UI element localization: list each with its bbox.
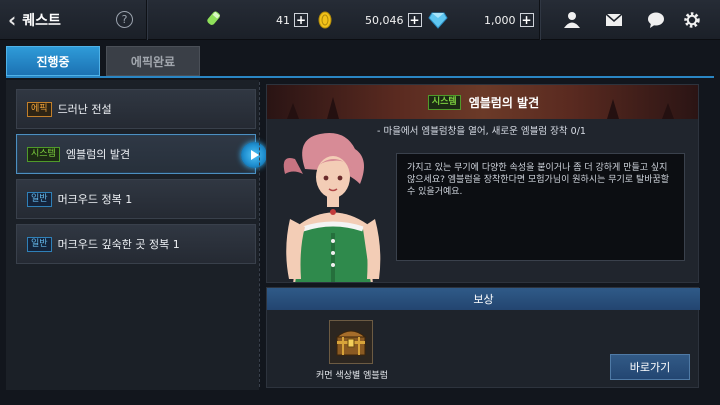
divider xyxy=(259,82,260,387)
tab-epic-complete[interactable]: 에픽완료 xyxy=(106,46,200,76)
quest-type-badge: 시스템 xyxy=(427,94,461,110)
treasure-chest-icon xyxy=(335,330,367,356)
quest-banner: 시스템 엠블럼의 발견 xyxy=(267,85,698,119)
tab-underline xyxy=(6,76,714,78)
quest-type-badge: 에픽 xyxy=(27,101,52,117)
add-stamina-button[interactable]: + xyxy=(294,13,308,27)
stamina-counter: 41 + xyxy=(276,10,308,30)
reward-header: 보상 xyxy=(267,288,700,310)
gold-value: 50,046 xyxy=(365,13,404,27)
reward-item-slot[interactable] xyxy=(329,320,373,364)
play-arrow-icon[interactable] xyxy=(241,142,267,168)
back-button[interactable]: ‹ 퀘스트 xyxy=(8,9,68,31)
tab-in-progress[interactable]: 진행중 xyxy=(6,46,100,76)
divider xyxy=(539,0,540,40)
gem-value: 1,000 xyxy=(484,13,516,27)
divider xyxy=(146,0,147,40)
quest-tabs: 진행중 에픽완료 xyxy=(6,46,200,76)
stamina-value: 41 xyxy=(276,13,290,27)
reward-panel: 보상 커먼 색상별 엠블럼 바로가기 xyxy=(266,287,700,388)
gem-counter: 1,000 + xyxy=(484,10,534,30)
quest-item[interactable]: 에픽 드러난 전설 xyxy=(16,89,256,129)
quest-title: 머크우드 정복 1 xyxy=(57,193,133,206)
settings-gear-icon[interactable] xyxy=(683,11,701,29)
quest-item[interactable]: 일반 머크우드 깊숙한 곳 정복 1 xyxy=(16,224,256,264)
reward-item-name: 커먼 색상별 엠블럼 xyxy=(316,371,388,381)
quest-item-selected[interactable]: 시스템 엠블럼의 발견 xyxy=(16,134,256,174)
gem-icon xyxy=(428,12,448,29)
quest-item[interactable]: 일반 머크우드 정복 1 xyxy=(16,179,256,219)
quest-type-badge: 시스템 xyxy=(27,146,60,162)
chat-icon[interactable] xyxy=(647,11,665,29)
quest-title: 엠블럼의 발견 xyxy=(65,148,131,161)
npc-dialog-box: 가지고 있는 무기에 다양한 속성을 붙이거나 좀 더 강하게 만들고 싶지 않… xyxy=(396,153,685,261)
quest-list: 에픽 드러난 전설 시스템 엠블럼의 발견 일반 머크우드 정복 1 일반 머크… xyxy=(6,80,259,390)
help-icon[interactable]: ? xyxy=(116,11,133,28)
page-title: 퀘스트 xyxy=(22,13,61,29)
goto-button[interactable]: 바로가기 xyxy=(610,354,690,380)
top-bar: ‹ 퀘스트 ? 41 + 50,046 + 1,000 + xyxy=(0,0,720,40)
potion-icon xyxy=(207,11,220,25)
friends-icon[interactable] xyxy=(563,11,581,29)
back-chevron-icon: ‹ xyxy=(8,8,17,32)
coin-icon xyxy=(318,11,332,29)
add-gold-button[interactable]: + xyxy=(407,13,422,27)
quest-objective: - 마을에서 엠블럼창을 열어, 새로운 엠블럼 장착 0/1 xyxy=(377,126,586,137)
quest-type-badge: 일반 xyxy=(27,191,52,207)
npc-character xyxy=(283,133,381,282)
quest-title: 머크우드 깊숙한 곳 정복 1 xyxy=(57,238,180,251)
quest-type-badge: 일반 xyxy=(27,236,52,252)
mail-icon[interactable] xyxy=(605,11,623,29)
add-gem-button[interactable]: + xyxy=(519,13,534,27)
gold-counter: 50,046 + xyxy=(365,10,422,30)
quest-detail-title: 엠블럼의 발견 xyxy=(468,95,540,110)
quest-title: 드러난 전설 xyxy=(57,103,112,116)
